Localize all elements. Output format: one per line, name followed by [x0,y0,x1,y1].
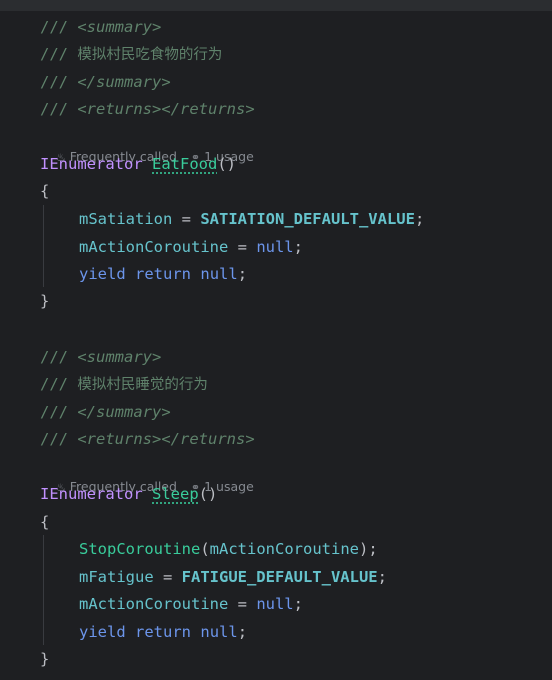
brace: { [40,513,50,531]
editor-top-strip [0,0,552,11]
null-keyword: null [256,238,294,256]
brace: } [40,650,50,668]
statement-line[interactable]: mActionCoroutine = null; [79,593,303,615]
doc-comment-line[interactable]: /// 模拟村民吃食物的行为 [40,43,222,66]
assign-op: = [153,568,182,586]
return-type[interactable]: IEnumerator [40,155,143,173]
semicolon: ; [293,238,303,256]
assign-op: = [172,210,201,228]
open-brace: { [40,180,49,202]
yield-keyword: yield [79,623,126,641]
constant-ref[interactable]: SATIATION_DEFAULT_VALUE [200,210,415,228]
doc-returns-close-tag: </returns> [161,100,255,118]
return-keyword: return [135,623,192,641]
null-keyword: null [200,265,238,283]
brace: { [40,182,50,200]
method-name[interactable]: Sleep [152,485,199,503]
doc-comment-prefix: /// [40,375,78,393]
field-ref[interactable]: mActionCoroutine [79,595,228,613]
field-ref[interactable]: mActionCoroutine [79,238,228,256]
doc-comment-prefix: /// [40,100,78,118]
statement-line[interactable]: yield return null; [79,621,247,643]
semicolon: ; [414,210,425,228]
field-ref[interactable]: mActionCoroutine [210,540,359,558]
yield-keyword: yield [79,265,126,283]
semicolon: ; [237,623,248,641]
return-keyword: return [135,265,192,283]
doc-comment-line[interactable]: /// <returns></returns> [40,98,255,120]
doc-comment-line[interactable]: /// <summary> [40,16,161,38]
method-call[interactable]: StopCoroutine [79,540,200,558]
method-name[interactable]: EatFood [152,155,217,173]
constant-ref[interactable]: FATIGUE_DEFAULT_VALUE [182,568,378,586]
field-ref[interactable]: mSatiation [79,210,172,228]
semicolon: ; [377,568,387,586]
close-brace: } [40,290,49,312]
doc-comment-prefix: /// [40,18,78,36]
paren-open: ( [200,540,210,558]
indent-guide [43,205,44,287]
semicolon: ; [237,265,248,283]
null-keyword: null [200,623,238,641]
statement-line[interactable]: StopCoroutine(mActionCoroutine); [79,538,378,560]
doc-comment-prefix: /// [40,45,78,63]
doc-summary-text: 模拟村民睡觉的行为 [77,377,208,393]
doc-comment-line[interactable]: /// <returns></returns> [40,428,255,450]
method-params: () [217,155,236,173]
method-signature[interactable]: IEnumerator EatFood() [40,153,236,175]
assign-op: = [228,595,257,613]
doc-summary-close-tag: </summary> [77,403,171,421]
open-brace: { [40,511,49,533]
doc-summary-text: 模拟村民吃食物的行为 [77,47,223,63]
doc-comment-line[interactable]: /// <summary> [40,346,161,368]
doc-comment-line[interactable]: /// </summary> [40,401,171,423]
code-editor[interactable]: /// <summary> /// 模拟村民吃食物的行为 /// </summa… [0,0,552,680]
doc-comment-prefix: /// [40,73,78,91]
doc-returns-close-tag: </returns> [161,430,255,448]
doc-comment-prefix: /// [40,430,78,448]
method-signature[interactable]: IEnumerator Sleep() [40,483,217,505]
statement-line[interactable]: yield return null; [79,263,247,285]
doc-returns-open-tag: <returns> [77,100,162,118]
close-brace: } [40,648,49,670]
method-params: () [198,485,218,503]
return-type[interactable]: IEnumerator [40,485,143,503]
semicolon: ; [293,595,303,613]
brace: } [40,292,50,310]
assign-op: = [228,238,257,256]
statement-line[interactable]: mActionCoroutine = null; [79,236,303,258]
doc-returns-open-tag: <returns> [77,430,162,448]
doc-comment-line[interactable]: /// </summary> [40,71,171,93]
semicolon: ; [368,540,378,558]
paren-close: ) [358,540,369,558]
statement-line[interactable]: mFatigue = FATIGUE_DEFAULT_VALUE; [79,566,387,588]
doc-summary-open-tag: <summary> [77,18,162,36]
doc-summary-close-tag: </summary> [77,73,171,91]
field-ref[interactable]: mFatigue [79,568,154,586]
doc-summary-open-tag: <summary> [77,348,162,366]
doc-comment-line[interactable]: /// 模拟村民睡觉的行为 [40,373,208,396]
statement-line[interactable]: mSatiation = SATIATION_DEFAULT_VALUE; [79,208,424,230]
doc-comment-prefix: /// [40,403,78,421]
null-keyword: null [256,595,294,613]
doc-comment-prefix: /// [40,348,78,366]
indent-guide [43,535,44,645]
